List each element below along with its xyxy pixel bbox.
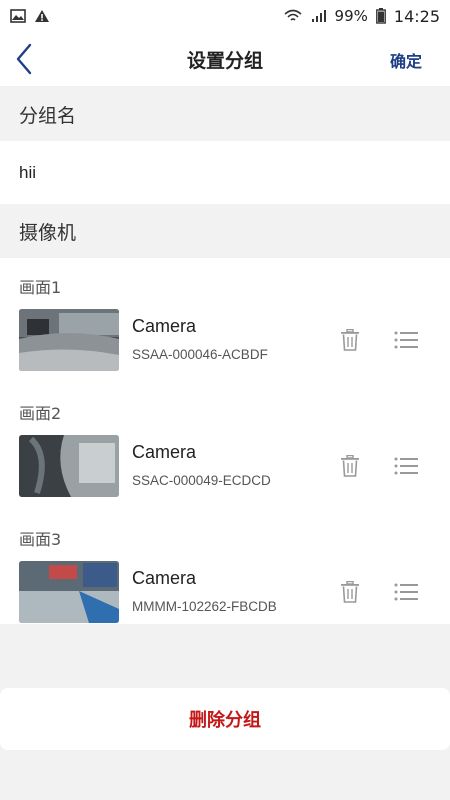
camera-list: 画面1 Camera SSAA-000046-ACBDF 画面2 Camera … <box>0 258 450 624</box>
group-name-section-label: 分组名 <box>0 88 450 140</box>
group-name-input[interactable] <box>0 141 450 204</box>
list-item: 画面2 Camera SSAC-000049-ECDCD <box>0 384 450 510</box>
status-bar-right: 99% 14:25 <box>283 7 440 26</box>
camera-name: Camera <box>132 316 197 336</box>
camera-serial: SSAC-000049-ECDCD <box>132 473 271 488</box>
page-title: 设置分组 <box>186 49 263 72</box>
camera-section-label: 摄像机 <box>0 205 450 257</box>
camera-serial: MMMM-102262-FBCDB <box>132 599 277 614</box>
app-header: 设置分组 确定 <box>0 32 450 86</box>
trash-icon[interactable] <box>340 581 360 603</box>
camera-slot-label: 画面1 <box>19 278 62 297</box>
camera-thumbnail[interactable] <box>19 435 119 497</box>
image-icon <box>10 9 26 23</box>
camera-slot-label: 画面2 <box>19 404 62 423</box>
camera-thumbnail[interactable] <box>19 309 119 371</box>
drag-handle-icon[interactable] <box>394 330 418 350</box>
camera-thumbnail[interactable] <box>19 561 119 623</box>
battery-percent: 99% <box>334 7 368 25</box>
status-bar: 99% 14:25 <box>0 0 450 32</box>
confirm-button[interactable]: 确定 <box>390 48 422 72</box>
delete-group-button[interactable]: 删除分组 <box>0 688 450 750</box>
chevron-left-icon[interactable] <box>12 42 42 76</box>
camera-slot-label: 画面3 <box>19 530 62 549</box>
battery-icon <box>375 8 386 24</box>
camera-name: Camera <box>132 568 197 588</box>
camera-name: Camera <box>132 442 197 462</box>
camera-serial: SSAA-000046-ACBDF <box>132 347 268 362</box>
trash-icon[interactable] <box>340 329 360 351</box>
status-bar-left <box>10 9 50 23</box>
drag-handle-icon[interactable] <box>394 456 418 476</box>
clock: 14:25 <box>393 6 440 26</box>
wifi-icon <box>284 9 302 21</box>
drag-handle-icon[interactable] <box>394 582 418 602</box>
list-item: 画面3 Camera MMMM-102262-FBCDB <box>0 510 450 624</box>
trash-icon[interactable] <box>340 455 360 477</box>
signal-icon <box>311 10 326 22</box>
list-item: 画面1 Camera SSAA-000046-ACBDF <box>0 258 450 384</box>
warning-icon <box>35 10 49 22</box>
